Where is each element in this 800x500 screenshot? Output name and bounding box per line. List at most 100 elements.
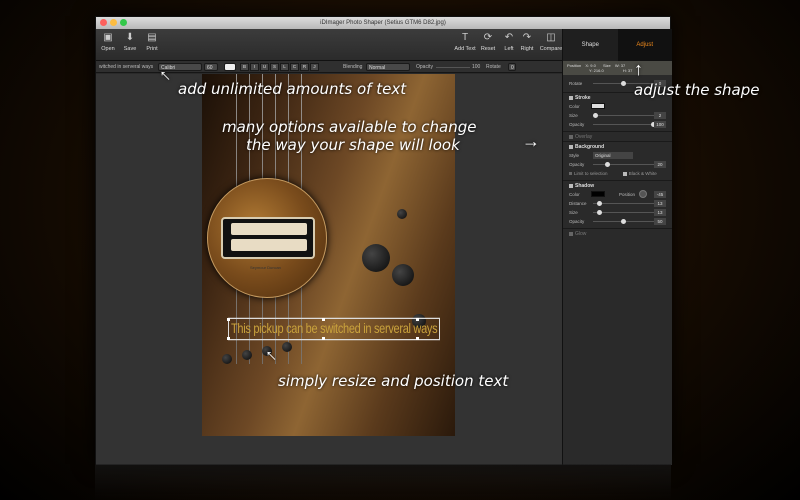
shadow-position-value[interactable]: -45 [654,191,666,198]
overlay-checkbox[interactable] [569,134,573,139]
rotate-stepper[interactable]: 0 [508,63,516,71]
italic-button[interactable]: I [250,63,259,71]
overlay-title: Overlay [575,134,593,140]
slider-thumb[interactable] [621,81,626,86]
rotate-right-label: Right [520,46,534,52]
shadow-size-row: Size 13 [563,208,672,217]
resize-handle[interactable] [322,337,325,340]
align-right-button[interactable]: R [300,63,309,71]
background-options-row: Limit to selection Black & White [563,169,672,178]
background-style-select[interactable]: Original [593,152,633,159]
arrow-up-icon: ↑ [634,59,643,79]
glow-title: Glow [575,231,587,237]
stroke-opacity-slider[interactable] [593,122,656,127]
stroke-color-swatch[interactable] [591,103,605,109]
compare-button[interactable]: ◫ Compare [538,32,564,52]
annotation-resize: simply resize and position text [278,372,509,390]
shadow-angle-dial[interactable] [639,190,647,198]
glow-checkbox[interactable] [569,231,573,236]
shadow-opacity-row: Opacity 50 [563,217,672,226]
bridge-screw [222,354,232,364]
font-size-select[interactable]: 60 [204,63,218,71]
background-opacity-value[interactable]: 20 [654,161,666,168]
stroke-opacity-row: Opacity 100 [563,120,672,129]
shadow-title: Shadow [575,183,595,189]
save-button[interactable]: ⬇ Save [118,32,142,52]
glow-section-header[interactable]: Glow [563,228,672,238]
stroke-opacity-value[interactable]: 100 [654,121,666,128]
shadow-section-header[interactable]: Shadow [563,180,672,190]
black-white-checkbox[interactable] [622,171,627,176]
size-h[interactable]: H: 37 [623,68,633,73]
stroke-checkbox[interactable] [569,95,573,100]
align-center-button[interactable]: C [290,63,299,71]
limit-selection-checkbox[interactable] [569,172,572,176]
resize-handle[interactable] [416,337,419,340]
circle-shape-selection[interactable]: Seymour Duncan [207,178,327,298]
zoom-window-button[interactable] [120,19,127,26]
text-color-swatch[interactable] [224,63,236,71]
stroke-size-slider[interactable] [593,113,655,118]
slider-thumb[interactable] [597,201,602,206]
tab-shape[interactable]: Shape [563,29,618,61]
shadow-opacity-value[interactable]: 50 [654,218,666,225]
shadow-distance-slider[interactable] [593,201,655,206]
blending-select[interactable]: Normal [366,63,410,71]
bold-button[interactable]: B [240,63,249,71]
align-justify-button[interactable]: J [310,63,319,71]
shadow-size-value[interactable]: 13 [654,209,666,216]
shadow-opacity-slider[interactable] [593,219,655,224]
rotate-left-label: Left [504,46,514,52]
resize-handle[interactable] [322,318,325,321]
add-text-button[interactable]: T Add Text [452,32,478,52]
text-shape-overlay[interactable]: This pickup can be switched in serveral … [228,317,441,341]
shadow-checkbox[interactable] [569,183,573,188]
slider-thumb[interactable] [593,113,598,118]
text-content-input[interactable]: witched in serveral ways [99,63,155,71]
close-window-button[interactable] [100,19,107,26]
shadow-distance-row: Distance 13 [563,199,672,208]
minimize-window-button[interactable] [110,19,117,26]
compare-icon: ◫ [546,32,556,43]
position-label: Position [567,63,582,68]
background-section-header[interactable]: Background [563,141,672,151]
background-checkbox[interactable] [569,144,573,149]
open-button[interactable]: ▣ Open [96,32,120,52]
resize-handle[interactable] [227,337,230,340]
position-y[interactable]: Y: 216.0 [589,68,604,73]
resize-handle[interactable] [227,318,230,321]
bridge-screw [282,342,292,352]
panel-tabs: Shape Adjust [563,29,672,61]
rotate-right-button[interactable]: ↷ Right [515,32,539,52]
annotation-adjust: adjust the shape [634,81,760,99]
tab-adjust[interactable]: Adjust [617,29,672,61]
pickup-image [221,217,315,259]
strike-button[interactable]: S [270,63,279,71]
text-icon: T [461,32,469,43]
print-button[interactable]: ▤ Print [140,32,164,52]
shadow-color-row: Color Position -45 [563,190,672,199]
format-buttons: B I U S L C R J [240,63,319,71]
background-title: Background [575,144,605,150]
background-style-row: Style Original [563,151,672,160]
opacity-slider[interactable] [436,67,470,68]
slider-thumb[interactable] [605,162,610,167]
background-opacity-slider[interactable] [593,162,655,167]
shadow-size-slider[interactable] [593,210,655,215]
control-knob [392,264,414,286]
window-title: iDImager Photo Shaper (Setius GTM6 D82.j… [320,20,446,26]
shadow-color-swatch[interactable] [591,191,605,197]
annotation-options-line2: the way your shape will look [246,136,460,154]
pickup-brand-text: Seymour Duncan [250,265,281,270]
slider-thumb[interactable] [597,210,602,215]
resize-handle[interactable] [416,318,419,321]
shadow-distance-value[interactable]: 13 [654,200,666,207]
slider-thumb[interactable] [621,219,626,224]
reset-label: Reset [480,46,496,52]
pickup-coil [231,223,307,235]
align-left-button[interactable]: L [280,63,289,71]
shadow-distance-label: Distance [569,201,587,206]
underline-button[interactable]: U [260,63,269,71]
stroke-size-value[interactable]: 2 [654,112,666,119]
overlay-section-header[interactable]: Overlay [563,131,672,141]
